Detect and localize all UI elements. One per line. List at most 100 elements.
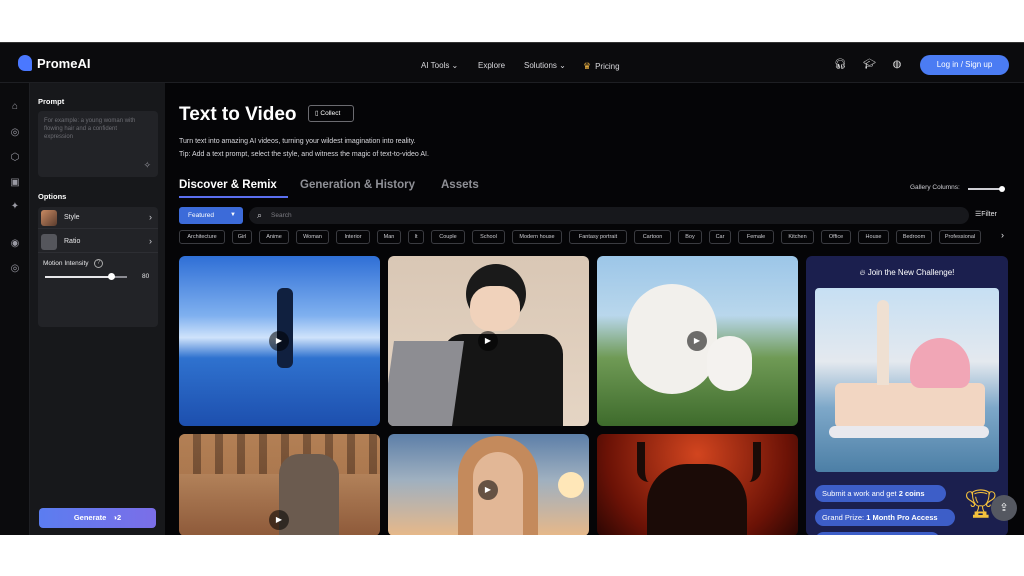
motion-intensity-slider[interactable] (45, 273, 127, 280)
gallery-columns-handle[interactable] (999, 186, 1005, 192)
horn-right-shape (737, 442, 761, 482)
category-chip[interactable]: House (858, 230, 889, 244)
generate-button[interactable]: Generate ◑2 (39, 508, 156, 528)
category-chip[interactable]: Boy (678, 230, 702, 244)
category-chip[interactable]: Professional (939, 230, 981, 244)
nav-explore[interactable]: Explore (478, 61, 505, 70)
prompt-textarea[interactable]: For example: a young woman with flowing … (38, 111, 158, 177)
category-chip[interactable]: Car (709, 230, 731, 244)
compass-icon[interactable]: ◉ (9, 238, 21, 250)
brand-name: PromeAI (37, 55, 91, 71)
generate-label: Generate (73, 513, 107, 522)
gallery-card-white-dragon[interactable]: ▶ (597, 256, 798, 426)
gallery-card-anime-boy[interactable]: ▶ (388, 256, 589, 426)
play-icon[interactable]: ▶ (269, 510, 289, 530)
motion-intensity-label: Motion Intensity (43, 260, 89, 267)
category-chip[interactable]: Couple (431, 230, 465, 244)
category-chip[interactable]: Anime (259, 230, 289, 244)
options-label: Options (38, 192, 67, 201)
play-icon[interactable]: ▶ (687, 331, 707, 351)
prize-text: Grand Prize: (822, 513, 867, 522)
ratio-option[interactable]: Ratio › (38, 231, 158, 253)
slider-handle[interactable] (107, 273, 115, 280)
horn-left-shape (637, 442, 661, 482)
chevron-right-icon[interactable]: › (1001, 230, 1004, 240)
collect-label: Collect (320, 110, 341, 117)
app-window: PromeAI AI Tools ⌄ Explore Solutions ⌄ ♛… (0, 42, 1024, 535)
extra-pill[interactable] (815, 532, 940, 535)
login-signup-button[interactable]: Log in / Sign up (920, 55, 1009, 75)
chevron-down-icon: ⌄ (451, 61, 459, 70)
category-chip[interactable]: School (472, 230, 505, 244)
boat-hull-shape (829, 426, 989, 438)
category-chip[interactable]: It (408, 230, 424, 244)
featured-dropdown[interactable]: Featured ▼ (179, 207, 243, 224)
chevron-right-icon: › (149, 236, 152, 246)
collect-button[interactable]: ▯ Collect (308, 105, 354, 122)
magic-wand-icon[interactable]: ✧ (143, 160, 151, 171)
submit-work-pill[interactable]: Submit a work and get 2 coins (815, 485, 946, 502)
style-thumbnail (41, 210, 57, 226)
grand-prize-pill[interactable]: Grand Prize: 1 Month Pro Access (815, 509, 955, 526)
category-chip[interactable]: Office (821, 230, 851, 244)
category-chip[interactable]: Bedroom (896, 230, 932, 244)
brand-logo[interactable]: PromeAI (18, 55, 90, 71)
gallery-columns-slider[interactable] (968, 188, 1003, 190)
category-chip[interactable]: Female (738, 230, 774, 244)
cube-icon[interactable]: ⬡ (9, 152, 21, 164)
category-chip[interactable]: Modern house (512, 230, 562, 244)
filter-label: Filter (981, 211, 997, 218)
ratio-label: Ratio (64, 238, 81, 245)
tab-discover-remix[interactable]: Discover & Remix (179, 179, 277, 191)
challenge-title: 🔥︎ Join the New Challenge! (806, 268, 1008, 278)
category-chip[interactable]: Architecture (179, 230, 225, 244)
ai-icon[interactable]: ◎ (9, 127, 21, 139)
chevron-right-icon: › (149, 212, 152, 222)
search-icon: ⌕ (257, 210, 263, 220)
filter-button[interactable]: ☰Filter (975, 210, 997, 218)
lightbulb-icon[interactable]: ✦ (9, 201, 21, 213)
prompt-placeholder: For example: a young woman with flowing … (44, 118, 136, 140)
prompt-label: Prompt (38, 97, 65, 106)
gallery-card-sunset-woman[interactable]: ▶ (388, 434, 589, 535)
nav-ai-tools[interactable]: AI Tools ⌄ (421, 61, 458, 70)
gallery-card-gladiators[interactable]: ▶ (179, 434, 380, 535)
home-icon[interactable]: ⌂ (9, 101, 21, 113)
crown-icon: ♛ (583, 61, 592, 71)
graduation-cap-icon[interactable]: 🎓︎ (863, 59, 876, 71)
play-icon[interactable]: ▶ (478, 331, 498, 351)
style-option[interactable]: Style › (38, 207, 158, 229)
target-icon[interactable]: ◎ (9, 263, 21, 275)
category-chip[interactable]: Man (377, 230, 401, 244)
play-icon[interactable]: ▶ (478, 480, 498, 500)
category-chip[interactable]: Kitchen (781, 230, 814, 244)
motion-intensity-value: 80 (142, 273, 150, 280)
globe-icon[interactable]: ◍ (891, 59, 903, 71)
share-icon[interactable]: ⇪ (991, 495, 1017, 521)
search-input[interactable] (271, 210, 871, 221)
category-chip[interactable]: Interior (336, 230, 370, 244)
category-chip[interactable]: Woman (296, 230, 329, 244)
laptop-shape (388, 341, 464, 426)
play-icon[interactable]: ▶ (269, 331, 289, 351)
tab-assets[interactable]: Assets (441, 179, 479, 191)
main-content: Text to Video ▯ Collect Turn text into a… (165, 83, 1024, 535)
tab-generation-history[interactable]: Generation & History (300, 179, 415, 191)
baby-dragon-shape (707, 336, 752, 391)
category-chip[interactable]: Fantasy portrait (569, 230, 627, 244)
category-chip[interactable]: Cartoon (634, 230, 671, 244)
headset-icon[interactable]: 🎧︎ (834, 59, 847, 71)
image-edit-icon[interactable]: ▣ (9, 177, 21, 189)
nav-pricing[interactable]: ♛ Pricing (583, 61, 620, 72)
sun-shape (558, 472, 584, 498)
face-shape (470, 286, 520, 331)
category-chip[interactable]: Girl (232, 230, 252, 244)
nav-solutions[interactable]: Solutions ⌄ (524, 61, 566, 70)
challenge-card[interactable]: 🔥︎ Join the New Challenge! Submit a work… (806, 256, 1008, 535)
help-icon[interactable]: ? (94, 259, 103, 268)
submit-coins: 2 coins (898, 489, 925, 498)
gallery-card-ocean-girl[interactable]: ▶ (179, 256, 380, 426)
boat-house-shape (835, 383, 985, 428)
left-icon-rail: ⌂ ◎ ⬡ ▣ ✦ ◉ ◎ (0, 83, 30, 535)
gallery-card-demon[interactable] (597, 434, 798, 535)
